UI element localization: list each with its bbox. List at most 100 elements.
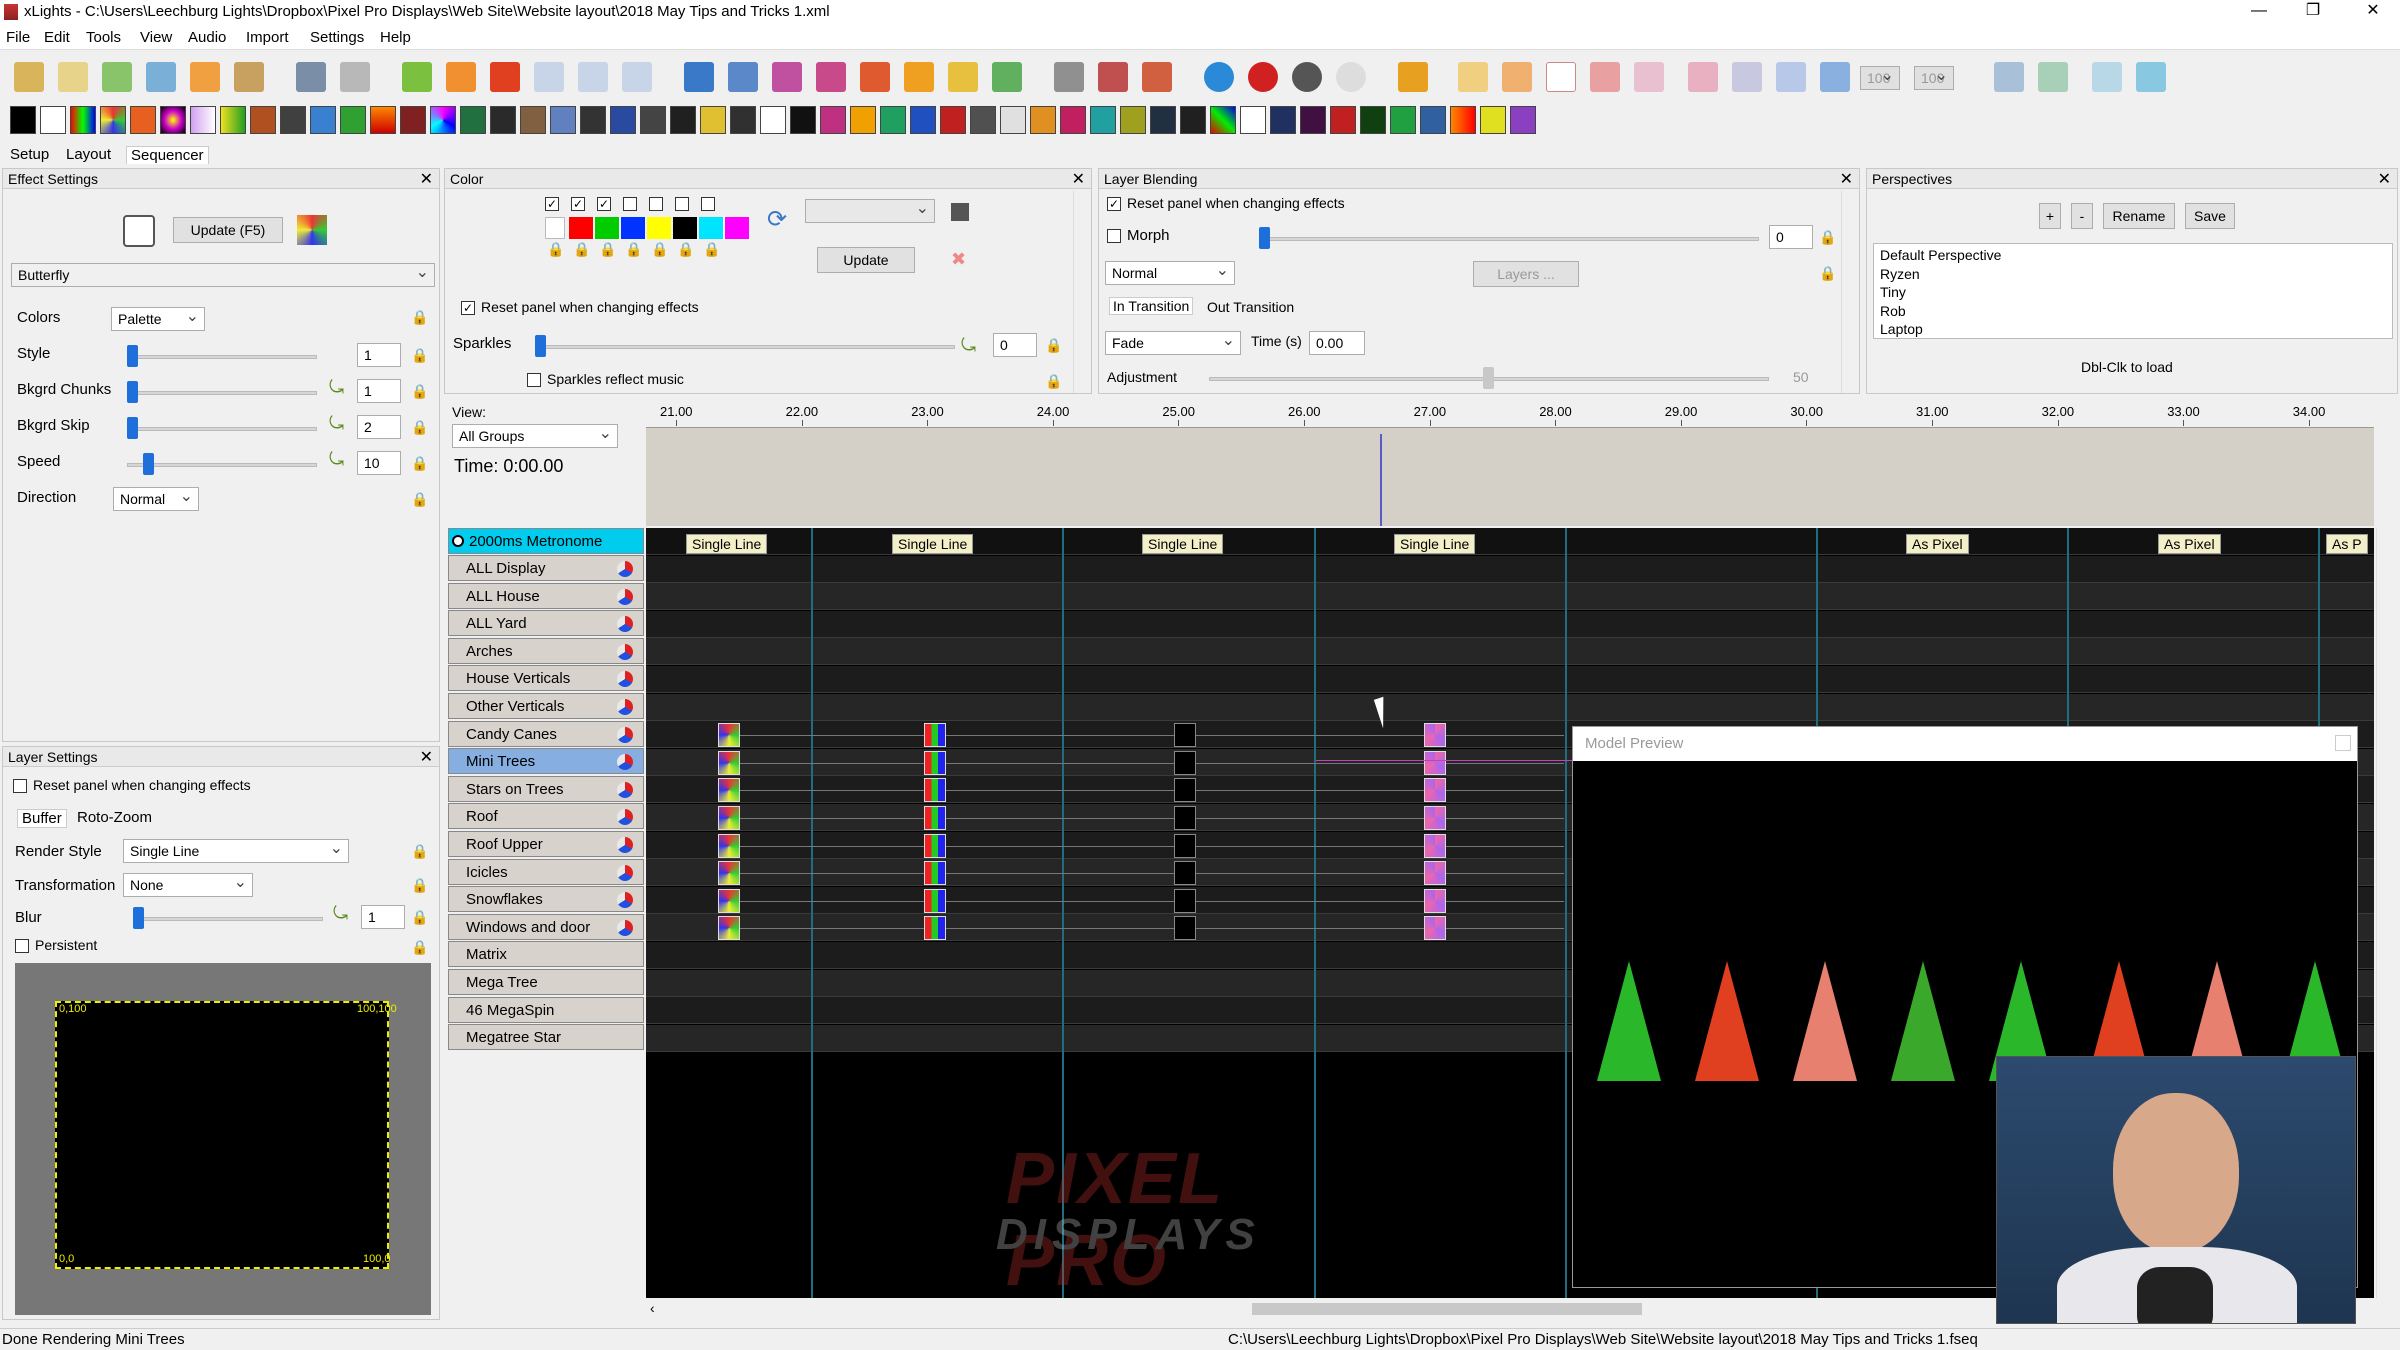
effect-block[interactable] [1424, 916, 1446, 941]
calculator-icon[interactable] [340, 62, 370, 92]
layers-button[interactable]: Layers ... [1473, 261, 1579, 287]
fan-effect-icon[interactable] [310, 106, 336, 134]
shimmer-effect-icon[interactable] [1060, 106, 1086, 134]
morph-effect-icon[interactable] [790, 106, 816, 134]
model-row-header[interactable]: Megatree Star [448, 1024, 644, 1051]
direction-select[interactable]: Normal [113, 487, 199, 511]
guitar-effect-icon[interactable] [520, 106, 546, 134]
tab-buffer[interactable]: Buffer [17, 809, 67, 828]
wheel-effect-icon[interactable] [1510, 106, 1536, 134]
timing-label[interactable]: Single Line [686, 534, 768, 554]
effect-block[interactable] [1424, 861, 1446, 886]
timing-label[interactable]: Single Line [1142, 534, 1224, 554]
model-row-header[interactable]: Roof Upper [448, 831, 644, 857]
ripple-effect-icon[interactable] [1000, 106, 1026, 134]
lock-icon[interactable]: 🔒 [599, 241, 616, 258]
add-perspective-button[interactable]: + [2039, 203, 2061, 229]
shockwave-effect-icon[interactable] [1090, 106, 1116, 134]
blend-mode-select[interactable]: Normal [1105, 261, 1235, 285]
color-swatch-7[interactable] [725, 217, 749, 239]
close-icon[interactable]: ✕ [1072, 169, 1085, 189]
effect-block[interactable] [718, 861, 740, 886]
mountains-effect-icon[interactable] [820, 106, 846, 134]
sparkles-music-checkbox[interactable] [527, 373, 541, 387]
sparkles-slider[interactable] [535, 345, 955, 349]
scroll-thumb[interactable] [1252, 1303, 1642, 1315]
warp-effect-icon[interactable] [1480, 106, 1506, 134]
bkgrd-chunks-value[interactable]: 1 [357, 379, 401, 403]
menu-audio[interactable]: Audio [188, 29, 226, 46]
single-strand-effect-icon[interactable] [1120, 106, 1146, 134]
fill-icon[interactable] [1502, 62, 1532, 92]
group-icon[interactable] [617, 726, 633, 743]
house-icon[interactable] [904, 62, 934, 92]
fireworks-effect-icon[interactable] [400, 106, 426, 134]
effect-block[interactable] [924, 778, 946, 803]
style-slider[interactable] [127, 355, 317, 359]
model-row-header[interactable]: Matrix [448, 941, 644, 968]
style-slider-thumb[interactable] [127, 345, 138, 367]
effect-block[interactable] [1174, 888, 1196, 913]
bkgrd-chunks-slider[interactable] [127, 391, 317, 395]
waveform-area[interactable] [646, 428, 2374, 526]
bkgrd-skip-slider[interactable] [127, 427, 317, 431]
zoom-a-select[interactable]: 100 [1860, 66, 1900, 90]
tab-setup[interactable]: Setup [10, 146, 49, 163]
render-icon[interactable] [992, 62, 1022, 92]
tab-in-transition[interactable]: In Transition [1109, 297, 1194, 315]
group-icon[interactable] [617, 588, 633, 605]
model-row-header[interactable]: ALL House [448, 582, 644, 609]
morph-slider[interactable] [1259, 237, 1759, 241]
upload-icon[interactable] [102, 62, 132, 92]
on-effect-icon[interactable] [40, 106, 66, 134]
lock-icon[interactable]: 🔒 [1819, 265, 1836, 282]
tab-roto-zoom[interactable]: Roto-Zoom [77, 809, 152, 826]
palette-select[interactable] [805, 199, 935, 223]
color-4-checkbox[interactable] [623, 197, 637, 211]
lock-icon[interactable]: 🔒 [411, 419, 428, 436]
time-value[interactable]: 0.00 [1309, 331, 1365, 355]
faces-effect-icon[interactable] [280, 106, 306, 134]
timing-label[interactable]: As Pixel [2158, 534, 2221, 554]
morph-thumb[interactable] [1259, 227, 1270, 249]
reset-blending-checkbox[interactable]: ✓ [1107, 197, 1121, 211]
palette-icon[interactable] [234, 62, 264, 92]
ramp-up-icon[interactable] [1732, 62, 1762, 92]
effect-block[interactable] [1424, 750, 1446, 775]
group-icon[interactable] [617, 781, 633, 798]
lock-icon[interactable]: 🔒 [651, 241, 668, 258]
pictures-effect-icon[interactable] [910, 106, 936, 134]
kaleidoscope-effect-icon[interactable] [550, 106, 576, 134]
blur-value[interactable]: 1 [361, 905, 405, 929]
tree-effect-icon[interactable] [1360, 106, 1386, 134]
tab-out-transition[interactable]: Out Transition [1207, 299, 1294, 315]
close-icon[interactable]: ✕ [2378, 169, 2391, 189]
group-icon[interactable] [617, 919, 633, 936]
timing-track-header[interactable]: 2000ms Metronome [448, 528, 644, 554]
rewind-icon[interactable] [534, 62, 564, 92]
speed-slider[interactable] [127, 463, 317, 467]
effect-block[interactable] [1174, 861, 1196, 886]
lock-icon[interactable]: 🔒 [703, 241, 720, 258]
bkgrd-skip-thumb[interactable] [127, 417, 138, 439]
group-icon[interactable] [617, 754, 633, 771]
table-row[interactable] [646, 555, 2374, 583]
effect-block[interactable] [1424, 723, 1446, 748]
model-row-header[interactable]: Windows and door [448, 913, 644, 940]
preview-close-icon[interactable] [2335, 735, 2351, 751]
help-icon[interactable] [1204, 62, 1234, 92]
color-5-checkbox[interactable] [649, 197, 663, 211]
color-2-checkbox[interactable]: ✓ [571, 197, 585, 211]
color-swatch-2[interactable] [595, 217, 619, 239]
ramp-updown-icon[interactable] [1776, 62, 1806, 92]
lock-icon[interactable]: 🔒 [573, 241, 590, 258]
garlands-effect-icon[interactable] [460, 106, 486, 134]
scroll-left-icon[interactable]: ‹ [650, 1300, 655, 1316]
wave-icon[interactable] [1590, 62, 1620, 92]
ramp-down-icon[interactable] [1688, 62, 1718, 92]
update-color-button[interactable]: Update [817, 247, 915, 273]
menu-edit[interactable]: Edit [44, 29, 70, 46]
redo-icon[interactable] [190, 62, 220, 92]
remove-perspective-button[interactable]: - [2071, 203, 2093, 229]
group-icon[interactable] [617, 616, 633, 633]
